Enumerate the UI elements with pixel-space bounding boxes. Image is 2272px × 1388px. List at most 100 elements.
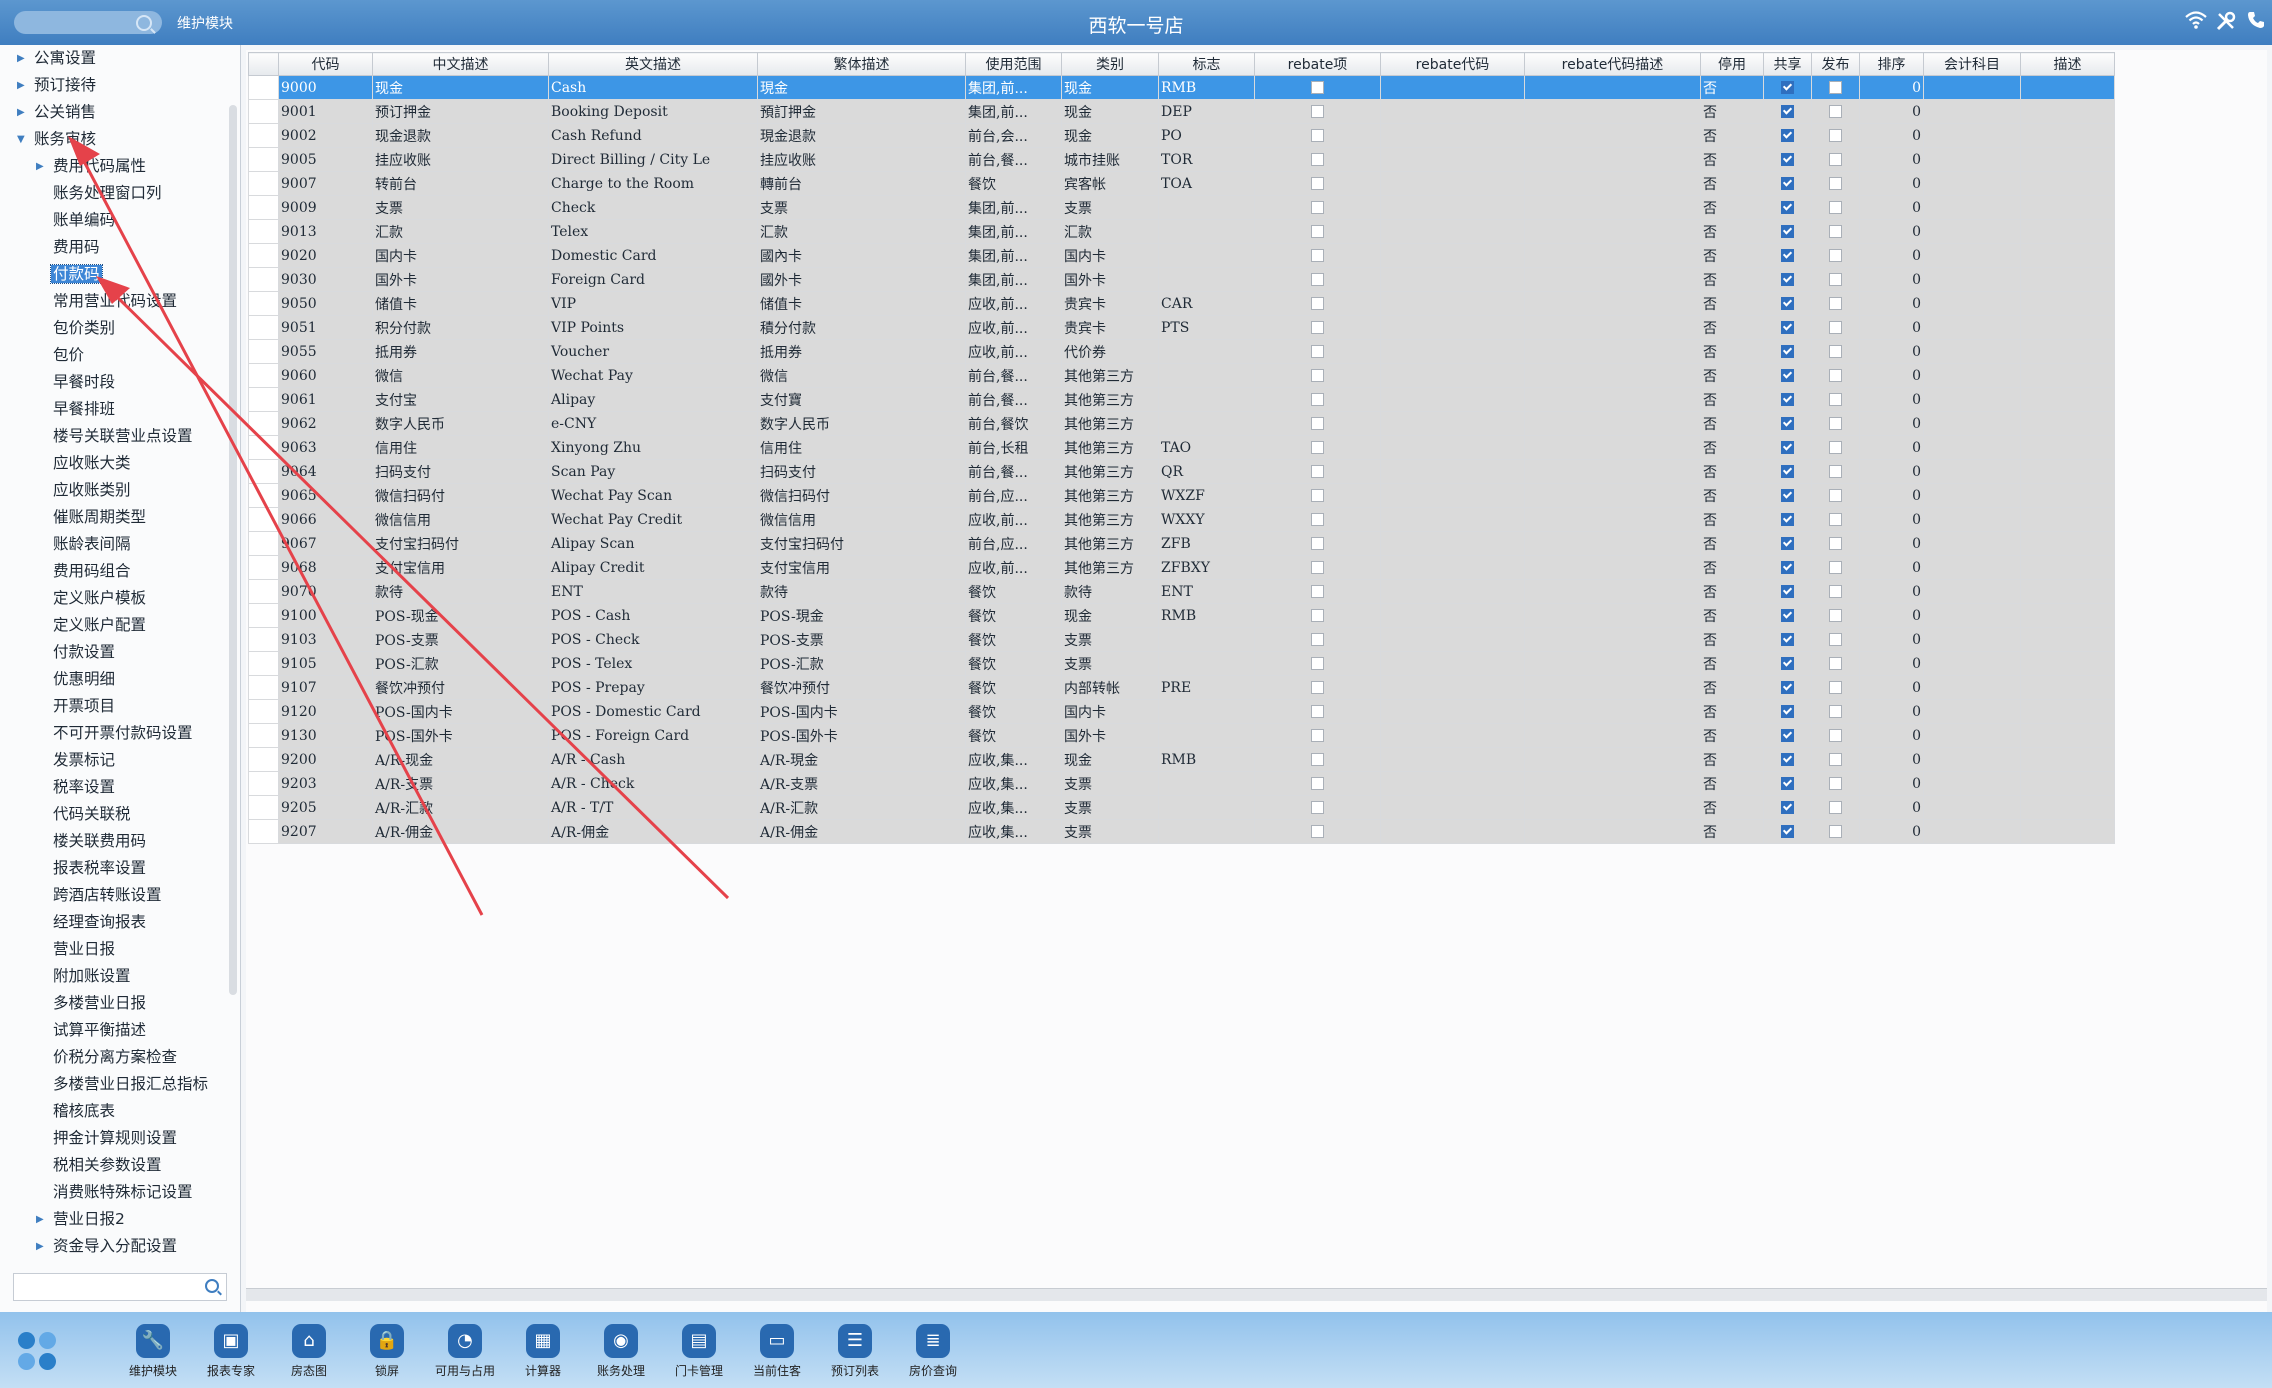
table-cell[interactable]: 積分付款 <box>757 315 966 340</box>
table-cell[interactable]: 国外卡 <box>372 267 549 292</box>
table-cell[interactable]: ENT <box>1158 579 1255 604</box>
table-row[interactable]: 9002 现金退款 Cash Refund 現金退款 前台,会... 现金 PO 否 0 <box>248 123 2115 148</box>
table-cell-checkbox[interactable] <box>1763 195 1812 220</box>
checkbox-checked-icon[interactable] <box>1781 345 1794 358</box>
table-cell[interactable]: 前台,餐... <box>965 147 1062 172</box>
table-row[interactable]: 9120 POS-国内卡 POS - Domestic Card POS-国内卡 餐饮国… <box>248 699 2115 724</box>
table-cell[interactable] <box>1524 771 1701 796</box>
table-cell[interactable] <box>1524 531 1701 556</box>
column-header[interactable]: 发布 <box>1811 52 1860 76</box>
checkbox-checked-icon[interactable] <box>1781 705 1794 718</box>
checkbox-unchecked-icon[interactable] <box>1311 441 1324 454</box>
table-cell[interactable] <box>1524 627 1701 652</box>
checkbox-unchecked-icon[interactable] <box>1311 129 1324 142</box>
caret-right-icon[interactable]: ▶ <box>36 153 44 180</box>
checkbox-checked-icon[interactable] <box>1781 177 1794 190</box>
table-cell[interactable] <box>1923 411 2021 436</box>
table-cell-checkbox[interactable] <box>1763 507 1812 532</box>
checkbox-checked-icon[interactable] <box>1781 801 1794 814</box>
table-cell[interactable] <box>2020 435 2115 460</box>
table-cell-checkbox[interactable] <box>1763 699 1812 724</box>
table-cell[interactable]: 9063 <box>278 435 373 460</box>
sidebar-item[interactable]: 报表税率设置 <box>0 855 240 882</box>
table-cell[interactable] <box>1524 267 1701 292</box>
sidebar-item[interactable]: ▶ 营业日报2 <box>0 1206 240 1233</box>
table-cell[interactable]: POS - Prepay <box>548 675 758 700</box>
checkbox-unchecked-icon[interactable] <box>1311 465 1324 478</box>
sidebar-item[interactable]: 优惠明细 <box>0 666 240 693</box>
table-cell[interactable]: POS - Check <box>548 627 758 652</box>
table-cell-checkbox[interactable] <box>1763 483 1812 508</box>
checkbox-checked-icon[interactable] <box>1781 585 1794 598</box>
table-cell[interactable]: Telex <box>548 219 758 244</box>
sidebar-item[interactable]: 楼号关联营业点设置 <box>0 423 240 450</box>
table-cell[interactable]: 0 <box>1859 75 1924 100</box>
table-cell[interactable]: 否 <box>1700 339 1764 364</box>
table-cell[interactable] <box>1923 531 2021 556</box>
table-cell[interactable]: 否 <box>1700 507 1764 532</box>
table-cell[interactable] <box>1380 363 1525 388</box>
table-cell[interactable] <box>1923 315 2021 340</box>
table-cell[interactable]: 0 <box>1859 555 1924 580</box>
table-cell[interactable]: 9055 <box>278 339 373 364</box>
sidebar-item[interactable]: 多楼营业日报 <box>0 990 240 1017</box>
table-cell[interactable]: 其他第三方 <box>1061 363 1159 388</box>
caret-right-icon[interactable]: ▶ <box>36 1206 44 1233</box>
table-cell-checkbox[interactable] <box>1763 819 1812 844</box>
row-header[interactable] <box>248 147 279 172</box>
table-cell-checkbox[interactable] <box>1254 819 1381 844</box>
caret-right-icon[interactable]: ▶ <box>17 72 25 99</box>
table-cell[interactable] <box>1923 459 2021 484</box>
checkbox-unchecked-icon[interactable] <box>1829 321 1842 334</box>
table-cell-checkbox[interactable] <box>1763 651 1812 676</box>
table-cell[interactable]: 汇款 <box>1061 219 1159 244</box>
table-cell[interactable]: 9009 <box>278 195 373 220</box>
sidebar-item[interactable]: 账龄表间隔 <box>0 531 240 558</box>
table-cell[interactable]: A/R-支票 <box>372 771 549 796</box>
table-cell[interactable]: 信用住 <box>757 435 966 460</box>
sidebar-item[interactable]: 多楼营业日报汇总指标 <box>0 1071 240 1098</box>
table-row[interactable]: 9061 支付宝 Alipay 支付寶 前台,餐... 其他第三方 否 0 <box>248 387 2115 412</box>
checkbox-unchecked-icon[interactable] <box>1829 561 1842 574</box>
table-cell[interactable]: 0 <box>1859 291 1924 316</box>
table-cell-checkbox[interactable] <box>1811 243 1860 268</box>
table-cell[interactable]: ZFBXY <box>1158 555 1255 580</box>
table-cell[interactable]: 否 <box>1700 723 1764 748</box>
checkbox-unchecked-icon[interactable] <box>1311 249 1324 262</box>
table-cell[interactable] <box>2020 219 2115 244</box>
table-cell[interactable]: 否 <box>1700 147 1764 172</box>
table-cell[interactable]: 前台,餐... <box>965 363 1062 388</box>
table-cell[interactable]: 0 <box>1859 723 1924 748</box>
sidebar-scrollbar[interactable] <box>229 105 237 995</box>
table-row[interactable]: 9105 POS-汇款 POS - Telex POS-汇款 餐饮 支票否 0 <box>248 651 2115 676</box>
table-cell-checkbox[interactable] <box>1811 219 1860 244</box>
table-cell[interactable] <box>1158 819 1255 844</box>
table-cell[interactable]: 应收,集... <box>965 795 1062 820</box>
table-cell[interactable]: 城市挂账 <box>1061 147 1159 172</box>
checkbox-unchecked-icon[interactable] <box>1311 345 1324 358</box>
checkbox-unchecked-icon[interactable] <box>1311 585 1324 598</box>
table-cell[interactable]: POS - Telex <box>548 651 758 676</box>
sidebar-item[interactable]: ▶ 费用代码属性 <box>0 153 240 180</box>
row-header[interactable] <box>248 579 279 604</box>
table-cell[interactable]: 0 <box>1859 339 1924 364</box>
table-cell[interactable]: 國內卡 <box>757 243 966 268</box>
table-cell[interactable]: A/R - T/T <box>548 795 758 820</box>
table-cell[interactable] <box>1380 315 1525 340</box>
checkbox-unchecked-icon[interactable] <box>1829 273 1842 286</box>
table-cell[interactable] <box>1923 747 2021 772</box>
column-header[interactable]: 停用 <box>1700 52 1764 76</box>
row-header[interactable] <box>248 747 279 772</box>
table-cell[interactable] <box>2020 411 2115 436</box>
table-cell[interactable] <box>1158 195 1255 220</box>
table-cell[interactable]: VIP Points <box>548 315 758 340</box>
table-cell[interactable] <box>1923 339 2021 364</box>
table-cell-checkbox[interactable] <box>1763 243 1812 268</box>
checkbox-unchecked-icon[interactable] <box>1829 585 1842 598</box>
table-cell[interactable] <box>1524 291 1701 316</box>
table-cell[interactable] <box>1923 195 2021 220</box>
table-cell[interactable] <box>2020 651 2115 676</box>
table-cell-checkbox[interactable] <box>1811 99 1860 124</box>
table-cell-checkbox[interactable] <box>1811 507 1860 532</box>
table-cell[interactable]: Check <box>548 195 758 220</box>
